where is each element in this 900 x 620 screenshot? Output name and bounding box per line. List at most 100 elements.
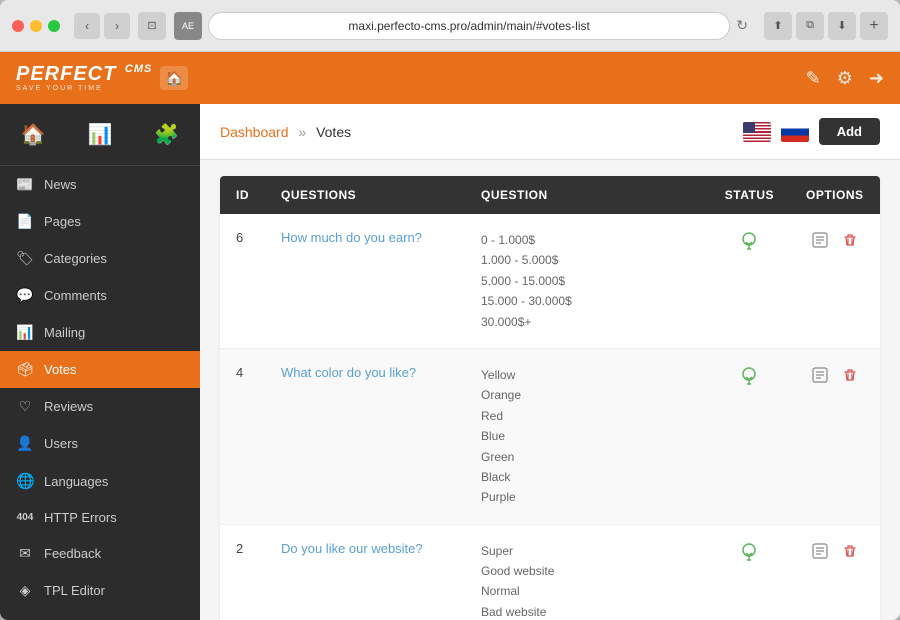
row3-question-link[interactable]: Do you like our website? <box>281 541 423 556</box>
row1-status-icon <box>740 230 758 252</box>
add-button[interactable]: Add <box>819 118 880 145</box>
table-container: ID QUESTIONS QUESTION STATUS OPTIONS 6 <box>200 160 900 620</box>
sidebar-item-comments-label: Comments <box>44 288 107 303</box>
th-questions: QUESTIONS <box>265 176 465 214</box>
tab-icon[interactable]: AE <box>174 12 202 40</box>
sidebar-item-users-label: Users <box>44 436 78 451</box>
row1-answers-cell: 0 - 1.000$ 1.000 - 5.000$ 5.000 - 15.000… <box>465 214 709 348</box>
download-button[interactable]: ⬇ <box>828 12 856 40</box>
row2-answers: Yellow Orange Red Blue Green Black Purpl… <box>481 365 693 508</box>
maximize-dot[interactable] <box>48 20 60 32</box>
browser-actions: ⬆ ⧉ ⬇ + <box>764 12 888 40</box>
sidebar-home-icon[interactable]: 🏠 <box>9 116 58 153</box>
sidebar-item-feedback[interactable]: ✉ Feedback <box>0 535 200 572</box>
sidebar-item-votes-label: Votes <box>44 362 77 377</box>
brand-text-block: PERFECT CMS SAVE YOUR TIME <box>16 64 152 92</box>
row2-answer-4: Blue <box>481 426 693 446</box>
sidebar-item-http-errors[interactable]: 404 HTTP Errors <box>0 500 200 535</box>
row1-answer-3: 5.000 - 15.000$ <box>481 271 693 291</box>
row2-answer-6: Black <box>481 467 693 487</box>
table-body: 6 How much do you earn? 0 - 1.000$ 1.000… <box>220 214 880 620</box>
brand-tagline: SAVE YOUR TIME <box>16 85 152 92</box>
share-button[interactable]: ⬆ <box>764 12 792 40</box>
row3-edit-button[interactable] <box>810 541 830 566</box>
table-row: 4 What color do you like? Yellow Orange … <box>220 348 880 524</box>
window-button[interactable]: ⊡ <box>138 12 166 40</box>
row3-delete-button[interactable] <box>840 541 860 566</box>
sidebar-item-users[interactable]: 👤 Users <box>0 425 200 462</box>
mailing-icon: 📊 <box>16 324 34 341</box>
users-icon: 👤 <box>16 435 34 452</box>
th-status: STATUS <box>709 176 790 214</box>
copy-button[interactable]: ⧉ <box>796 12 824 40</box>
top-navbar: PERFECT CMS SAVE YOUR TIME 🏠 ✎ ⚙ ➜ <box>0 52 900 104</box>
sidebar-chart-icon[interactable]: 📊 <box>76 116 125 153</box>
row2-options <box>806 365 864 390</box>
row1-answer-1: 0 - 1.000$ <box>481 230 693 250</box>
browser-window: ‹ › ⊡ AE ↻ ⬆ ⧉ ⬇ + PERFECT CMS <box>0 0 900 620</box>
edit-navbar-button[interactable]: ✎ <box>806 68 821 89</box>
sidebar-nav: 📰 News 📄 Pages 🏷 Categories 💬 Comments <box>0 166 200 620</box>
table-row: 2 Do you like our website? Super Good we… <box>220 524 880 620</box>
sidebar-item-news[interactable]: 📰 News <box>0 166 200 203</box>
votes-icon: 🗳 <box>16 361 34 378</box>
breadcrumb-current: Votes <box>316 124 351 140</box>
row2-answer-1: Yellow <box>481 365 693 385</box>
flag-ru[interactable] <box>781 122 809 142</box>
row3-answer-1: Super <box>481 541 693 561</box>
row1-question-link[interactable]: How much do you earn? <box>281 230 422 245</box>
feedback-icon: ✉ <box>16 545 34 562</box>
row3-id: 2 <box>220 524 265 620</box>
breadcrumb-separator: » <box>298 124 306 140</box>
sidebar-item-languages[interactable]: 🌐 Languages <box>0 462 200 500</box>
minimize-dot[interactable] <box>30 20 42 32</box>
logout-navbar-button[interactable]: ➜ <box>869 68 884 89</box>
row1-options <box>806 230 864 255</box>
row2-delete-button[interactable] <box>840 365 860 390</box>
refresh-button[interactable]: ↻ <box>736 17 748 34</box>
sidebar-item-languages-label: Languages <box>44 474 108 489</box>
reviews-icon: ♡ <box>16 398 34 415</box>
browser-dots <box>12 20 60 32</box>
sidebar-item-reviews[interactable]: ♡ Reviews <box>0 388 200 425</box>
row2-question-link[interactable]: What color do you like? <box>281 365 416 380</box>
row1-status-cell <box>709 214 790 348</box>
news-icon: 📰 <box>16 176 34 193</box>
breadcrumb: Dashboard » Votes <box>220 124 351 140</box>
row2-question-link-cell: What color do you like? <box>265 348 465 524</box>
sidebar-puzzle-icon[interactable]: 🧩 <box>142 116 191 153</box>
sidebar-item-tpl-editor[interactable]: ◈ TPL Editor <box>0 572 200 609</box>
browser-nav: ‹ › <box>74 13 130 39</box>
forward-button[interactable]: › <box>104 13 130 39</box>
sidebar-item-pages[interactable]: 📄 Pages <box>0 203 200 240</box>
tpl-editor-icon: ◈ <box>16 582 34 599</box>
breadcrumb-parent-link[interactable]: Dashboard <box>220 124 289 140</box>
url-bar[interactable] <box>208 12 730 40</box>
sidebar-item-categories-label: Categories <box>44 251 107 266</box>
row3-answer-2: Good website <box>481 561 693 581</box>
table-header: ID QUESTIONS QUESTION STATUS OPTIONS <box>220 176 880 214</box>
sidebar-item-pages-label: Pages <box>44 214 81 229</box>
votes-table: ID QUESTIONS QUESTION STATUS OPTIONS 6 <box>220 176 880 620</box>
row3-answer-3: Normal <box>481 581 693 601</box>
row2-edit-button[interactable] <box>810 365 830 390</box>
categories-icon: 🏷 <box>16 250 34 267</box>
row1-edit-button[interactable] <box>810 230 830 255</box>
row2-answers-cell: Yellow Orange Red Blue Green Black Purpl… <box>465 348 709 524</box>
close-dot[interactable] <box>12 20 24 32</box>
sidebar-item-votes[interactable]: 🗳 Votes <box>0 351 200 388</box>
row1-delete-button[interactable] <box>840 230 860 255</box>
new-tab-button[interactable]: + <box>860 12 888 40</box>
row3-answers-cell: Super Good website Normal Bad website <box>465 524 709 620</box>
row2-id: 4 <box>220 348 265 524</box>
flag-us[interactable] <box>743 122 771 142</box>
sidebar-item-comments[interactable]: 💬 Comments <box>0 277 200 314</box>
sidebar: 🏠 📊 🧩 📰 News 📄 Pages 🏷 Catego <box>0 104 200 620</box>
back-button[interactable]: ‹ <box>74 13 100 39</box>
sidebar-item-mailing[interactable]: 📊 Mailing <box>0 314 200 351</box>
row3-status-cell <box>709 524 790 620</box>
settings-navbar-button[interactable]: ⚙ <box>837 68 853 89</box>
row3-options-cell <box>790 524 880 620</box>
brand-name: PERFECT CMS <box>16 63 152 85</box>
sidebar-item-categories[interactable]: 🏷 Categories <box>0 240 200 277</box>
